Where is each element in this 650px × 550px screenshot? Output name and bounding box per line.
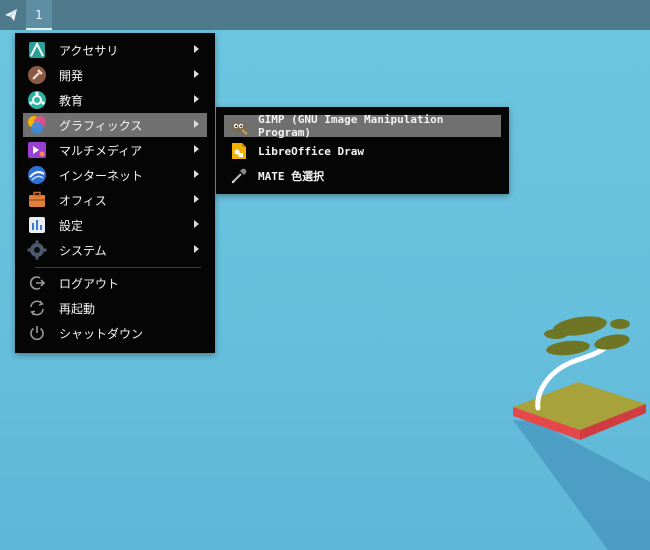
chevron-right-icon [194, 220, 199, 228]
menu-item-development[interactable]: 開発 [23, 63, 207, 87]
chevron-right-icon [194, 70, 199, 78]
restart-icon [27, 298, 47, 318]
office-icon [27, 190, 47, 210]
menu-item-label: アクセサリ [59, 43, 119, 58]
menu-launcher-button[interactable] [0, 0, 22, 30]
settings-icon [27, 215, 47, 235]
paper-plane-icon [5, 9, 17, 21]
menu-item-system[interactable]: システム [23, 238, 207, 262]
shutdown-item[interactable]: シャットダウン [23, 321, 207, 345]
submenu-item-color-picker[interactable]: MATE 色選択 [224, 165, 501, 187]
chevron-right-icon [194, 45, 199, 53]
internet-icon [27, 165, 47, 185]
menu-item-multimedia[interactable]: マルチメディア [23, 138, 207, 162]
multimedia-icon [27, 140, 47, 160]
menu-item-office[interactable]: オフィス [23, 188, 207, 212]
application-menu: アクセサリ 開発 教育 グラフィックス マルチメディア インターネット オフィス… [15, 33, 215, 353]
accessories-icon [27, 40, 47, 60]
graphics-icon [27, 115, 47, 135]
menu-item-label: 教育 [59, 93, 84, 108]
menu-item-graphics[interactable]: グラフィックス [23, 113, 207, 137]
menu-item-label: インターネット [59, 168, 144, 183]
menu-item-accessories[interactable]: アクセサリ [23, 38, 207, 62]
top-panel: 1 [0, 0, 650, 30]
submenu-item-label: MATE 色選択 [258, 170, 325, 183]
menu-item-label: ログアウト [59, 276, 120, 291]
menu-item-label: オフィス [59, 193, 107, 208]
workspace-button[interactable]: 1 [26, 0, 52, 30]
menu-item-label: 設定 [59, 218, 84, 233]
chevron-right-icon [194, 95, 199, 103]
submenu-item-label: GIMP (GNU Image Manipulation Program) [258, 113, 444, 139]
chevron-right-icon [194, 145, 199, 153]
education-icon [27, 90, 47, 110]
submenu-item-label: LibreOffice Draw [258, 144, 364, 158]
color-picker-icon [230, 167, 248, 185]
system-icon [27, 240, 47, 260]
menu-separator [35, 267, 201, 268]
libreoffice-draw-icon [230, 142, 248, 160]
logout-item[interactable]: ログアウト [23, 271, 207, 295]
menu-item-education[interactable]: 教育 [23, 88, 207, 112]
submenu-item-gimp[interactable]: GIMP (GNU Image Manipulation Program) [224, 113, 501, 139]
menu-item-label: グラフィックス [59, 118, 143, 133]
desktop-logo-image [513, 316, 650, 550]
menu-item-label: システム [59, 243, 107, 258]
menu-item-label: マルチメディア [59, 143, 143, 158]
menu-item-label: 開発 [59, 68, 84, 83]
menu-item-settings[interactable]: 設定 [23, 213, 207, 237]
chevron-right-icon [194, 245, 199, 253]
development-icon [27, 65, 47, 85]
chevron-right-icon [194, 170, 199, 178]
logout-icon [27, 273, 47, 293]
submenu-item-libreoffice-draw[interactable]: LibreOffice Draw [224, 140, 501, 162]
restart-item[interactable]: 再起動 [23, 296, 207, 320]
graphics-submenu: GIMP (GNU Image Manipulation Program) Li… [216, 107, 509, 194]
chevron-right-icon [194, 195, 199, 203]
workspace-label: 1 [35, 8, 43, 22]
shutdown-icon [27, 323, 47, 343]
menu-item-label: シャットダウン [59, 326, 144, 341]
menu-item-internet[interactable]: インターネット [23, 163, 207, 187]
menu-item-label: 再起動 [59, 301, 96, 316]
chevron-right-icon [194, 120, 199, 128]
gimp-icon [230, 117, 248, 135]
